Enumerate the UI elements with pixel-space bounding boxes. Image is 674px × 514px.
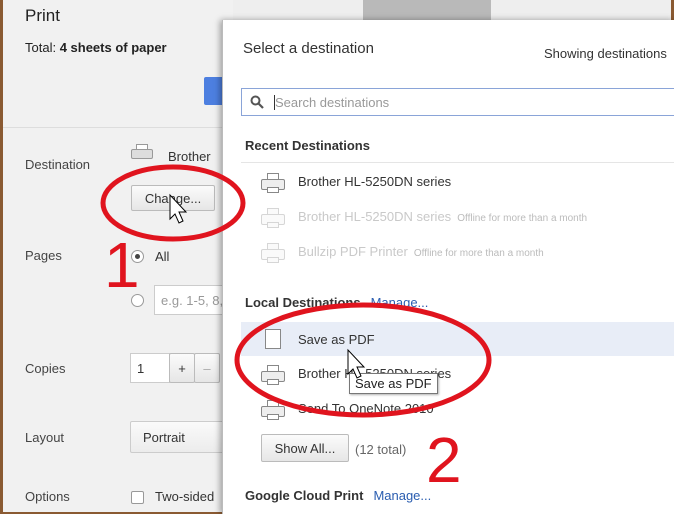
recent-destinations-heading: Recent Destinations — [245, 138, 370, 153]
save-as-pdf-tooltip: Save as PDF — [349, 373, 438, 394]
recent-divider — [241, 162, 674, 163]
copies-decrement-button[interactable]: – — [194, 353, 220, 383]
pages-custom-placeholder: e.g. 1-5, 8, — [161, 292, 224, 308]
print-title: Print — [25, 6, 60, 25]
offline-note: Offline for more than a month — [413, 248, 544, 259]
destination-dialog: Select a destination Showing destination… — [222, 20, 674, 514]
change-button[interactable]: Change... — [131, 185, 215, 211]
local-manage-link[interactable]: Manage... — [371, 295, 429, 310]
cloud-heading-label: Google Cloud Print — [245, 488, 364, 503]
pages-custom-radio[interactable] — [131, 294, 144, 307]
layout-select[interactable]: Portrait — [130, 421, 234, 453]
pdf-icon — [265, 329, 281, 349]
pages-all-label: All — [155, 249, 170, 264]
copies-label: Copies — [25, 361, 66, 376]
local-destinations-heading: Local Destinations Manage... — [245, 295, 428, 310]
destination-item-label: Save as PDF — [298, 332, 375, 347]
destination-item-label: Brother HL-5250DN series — [298, 209, 452, 224]
destination-item-label: Brother HL-5250DN series — [298, 174, 452, 189]
recent-destination-item[interactable]: Brother HL-5250DN series Offline for more… — [241, 201, 674, 233]
cloud-print-heading: Google Cloud Print Manage... — [245, 488, 431, 503]
local-destination-item[interactable]: Brother HL-5250DN series — [241, 358, 674, 390]
pages-label: Pages — [25, 248, 62, 263]
local-heading-label: Local Destinations — [245, 295, 361, 310]
destination-name: Brother — [168, 149, 211, 164]
two-sided-label: Two-sided — [155, 489, 215, 504]
two-sided-checkbox[interactable] — [131, 491, 144, 504]
offline-note: Offline for more than a month — [457, 213, 588, 224]
search-input[interactable] — [275, 92, 665, 112]
settings-divider — [3, 127, 233, 128]
copies-input[interactable]: 1 — [130, 353, 170, 383]
pages-all-radio[interactable] — [131, 250, 144, 263]
showing-destinations: Showing destinations — [544, 46, 667, 61]
destination-label: Destination — [25, 157, 91, 172]
print-settings-panel: Print Total: 4 sheets of paper Destinati… — [3, 0, 234, 512]
total-sheets: Total: 4 sheets of paper — [25, 40, 167, 55]
search-box[interactable] — [241, 88, 674, 116]
recent-destination-item[interactable]: Bullzip PDF Printer Offline for more than… — [241, 236, 674, 268]
layout-label: Layout — [25, 430, 65, 445]
destination-item-label: Bullzip PDF Printer — [298, 244, 408, 259]
preview-page — [363, 0, 491, 20]
recent-destination-item[interactable]: Brother HL-5250DN series — [241, 166, 674, 198]
dialog-title: Select a destination — [243, 40, 374, 57]
local-destination-item[interactable]: Send To OneNote 2010 — [241, 393, 674, 425]
total-prefix: Total: — [25, 40, 60, 55]
cloud-manage-link[interactable]: Manage... — [373, 488, 431, 503]
total-value: 4 sheets of paper — [59, 40, 167, 55]
printer-icon — [131, 144, 153, 162]
options-label: Options — [25, 489, 70, 504]
show-all-button[interactable]: Show All... — [261, 434, 349, 462]
destination-item-label: Send To OneNote 2010 — [298, 401, 434, 416]
search-icon — [250, 95, 264, 109]
local-destination-item[interactable]: Save as PDF — [241, 322, 674, 356]
copies-increment-button[interactable]: + — [169, 353, 195, 383]
total-count: (12 total) — [355, 442, 407, 457]
